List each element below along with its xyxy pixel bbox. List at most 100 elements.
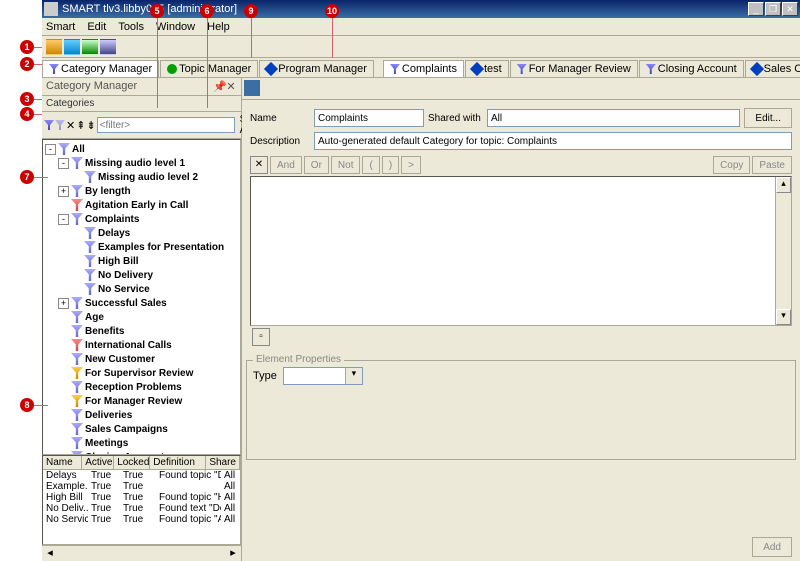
sidebar-close-icon[interactable]: ✕ (225, 80, 237, 93)
tree-node[interactable]: +By length (45, 184, 238, 198)
table-row[interactable]: DelaysTrueTrueFound topic "Dissatisfacti… (43, 470, 240, 481)
tree-node[interactable]: New Customer (45, 352, 238, 366)
tree-node[interactable]: No Delivery (45, 268, 238, 282)
expand-icon[interactable]: - (45, 144, 56, 155)
tree-node[interactable]: International Calls (45, 338, 238, 352)
toolbar-icon-4[interactable] (100, 39, 116, 55)
sidebar-tab-0[interactable]: Category Manager (42, 60, 159, 77)
funnel-icon (84, 171, 96, 183)
minimize-button[interactable]: _ (748, 2, 764, 16)
toolbar-icon-1[interactable] (46, 39, 62, 55)
funnel-icon (71, 157, 83, 169)
funnel-icon (84, 227, 96, 239)
grid-col-locked[interactable]: Locked (114, 456, 150, 469)
or-button[interactable]: Or (304, 156, 329, 174)
tree-node[interactable]: For Manager Review (45, 394, 238, 408)
scroll-right[interactable]: ▸ (225, 546, 241, 561)
sidebar-tab-1[interactable]: Topic Manager (160, 60, 258, 77)
content-tab-0[interactable]: Complaints (383, 60, 464, 77)
query-box[interactable]: ▴ ▾ (250, 176, 792, 326)
funnel-icon (71, 395, 83, 407)
filter-funnel2-icon[interactable] (55, 117, 65, 133)
table-row[interactable]: No Deliv...TrueTrueFound text "Delivery"… (43, 503, 240, 514)
tree-label: Successful Sales (85, 298, 167, 309)
content-tab-4[interactable]: Sales Campaign - Family Package (745, 60, 800, 77)
expand-icon[interactable]: - (58, 158, 69, 169)
toolbar-icon-3[interactable] (82, 39, 98, 55)
edit-button[interactable]: Edit... (744, 108, 792, 128)
pin-icon[interactable]: 📌 (213, 80, 225, 93)
tree-node[interactable]: + Successful Sales (45, 296, 238, 310)
toolbar-icon-2[interactable] (64, 39, 80, 55)
grid-col-name[interactable]: Name (43, 456, 82, 469)
table-row[interactable]: No ServiceTrueTrueFound topic "Adjustmen… (43, 514, 240, 525)
filter-up-icon[interactable]: ⇞ (76, 117, 85, 133)
table-row[interactable]: High BillTrueTrueFound topic "High Bill … (43, 492, 240, 503)
expand-icon[interactable]: - (58, 214, 69, 225)
close-button[interactable]: ✕ (782, 2, 798, 16)
tree-node[interactable]: -Complaints (45, 212, 238, 226)
tree-node[interactable]: Deliveries (45, 408, 238, 422)
grid-col-share[interactable]: Share (206, 456, 240, 469)
tree-label: Missing audio level 2 (98, 172, 198, 183)
tree-node[interactable]: Meetings (45, 436, 238, 450)
tree-label: Benefits (85, 326, 124, 337)
grid-col-active[interactable]: Active (82, 456, 114, 469)
filter-down-icon[interactable]: ⇟ (86, 117, 95, 133)
expand-icon[interactable]: + (58, 298, 69, 309)
save-icon[interactable] (244, 80, 260, 96)
lparen-button[interactable]: ( (362, 156, 379, 174)
shared-input[interactable] (487, 109, 740, 127)
paste-button[interactable]: Paste (752, 156, 792, 174)
app-icon (44, 2, 58, 16)
menu-tools[interactable]: Tools (118, 21, 144, 33)
tree-node[interactable]: High Bill (45, 254, 238, 268)
tree-label: High Bill (98, 256, 139, 267)
funnel-icon (71, 311, 83, 323)
and-button[interactable]: And (270, 156, 302, 174)
scroll-left[interactable]: ◂ (42, 546, 58, 561)
tree-node[interactable]: -Missing audio level 1 (45, 156, 238, 170)
detail-grid: Name Active Locked Definition Share Dela… (42, 455, 241, 545)
callout-9: 9 (244, 4, 258, 18)
add-button[interactable]: Add (752, 537, 792, 557)
grid-col-def[interactable]: Definition (150, 456, 206, 469)
menu-help[interactable]: Help (207, 21, 230, 33)
query-scrollbar[interactable]: ▴ ▾ (775, 177, 791, 325)
copy-button[interactable]: Copy (713, 156, 750, 174)
element-delete-icon[interactable]: ▫ (252, 328, 270, 346)
menu-window[interactable]: Window (156, 21, 195, 33)
desc-input[interactable] (314, 132, 792, 150)
tree-node[interactable]: Benefits (45, 324, 238, 338)
query-delete-icon[interactable]: ✕ (250, 156, 268, 174)
menu-edit[interactable]: Edit (87, 21, 106, 33)
tree-node[interactable]: Missing audio level 2 (45, 170, 238, 184)
name-input[interactable] (314, 109, 424, 127)
gt-button[interactable]: > (401, 156, 421, 174)
tree-node[interactable]: Examples for Presentation (45, 240, 238, 254)
content-tab-2[interactable]: For Manager Review (510, 60, 638, 77)
category-tree[interactable]: -All-Missing audio level 1 Missing audio … (42, 139, 241, 455)
tree-node[interactable]: Age (45, 310, 238, 324)
type-dropdown[interactable] (283, 367, 363, 385)
not-button[interactable]: Not (331, 156, 361, 174)
maximize-button[interactable]: ❐ (765, 2, 781, 16)
menu-smart[interactable]: Smart (46, 21, 75, 33)
sidebar-tab-2[interactable]: Program Manager (259, 60, 374, 77)
tree-node[interactable]: No Service (45, 282, 238, 296)
rparen-button[interactable]: ) (382, 156, 399, 174)
tree-node[interactable]: Sales Campaigns (45, 422, 238, 436)
filter-funnel-icon[interactable] (44, 117, 54, 133)
filter-delete-icon[interactable]: ✕ (66, 117, 75, 133)
content-tab-3[interactable]: Closing Account (639, 60, 744, 77)
tree-node[interactable]: Reception Problems (45, 380, 238, 394)
filter-input[interactable] (97, 117, 235, 133)
expand-icon[interactable]: + (58, 186, 69, 197)
tab-label: Closing Account (658, 63, 737, 75)
tree-node[interactable]: For Supervisor Review (45, 366, 238, 380)
content-tab-1[interactable]: test (465, 60, 509, 77)
tree-node[interactable]: -All (45, 142, 238, 156)
table-row[interactable]: Example...TrueTrueAll (43, 481, 240, 492)
tree-node[interactable]: Agitation Early in Call (45, 198, 238, 212)
tree-node[interactable]: Delays (45, 226, 238, 240)
